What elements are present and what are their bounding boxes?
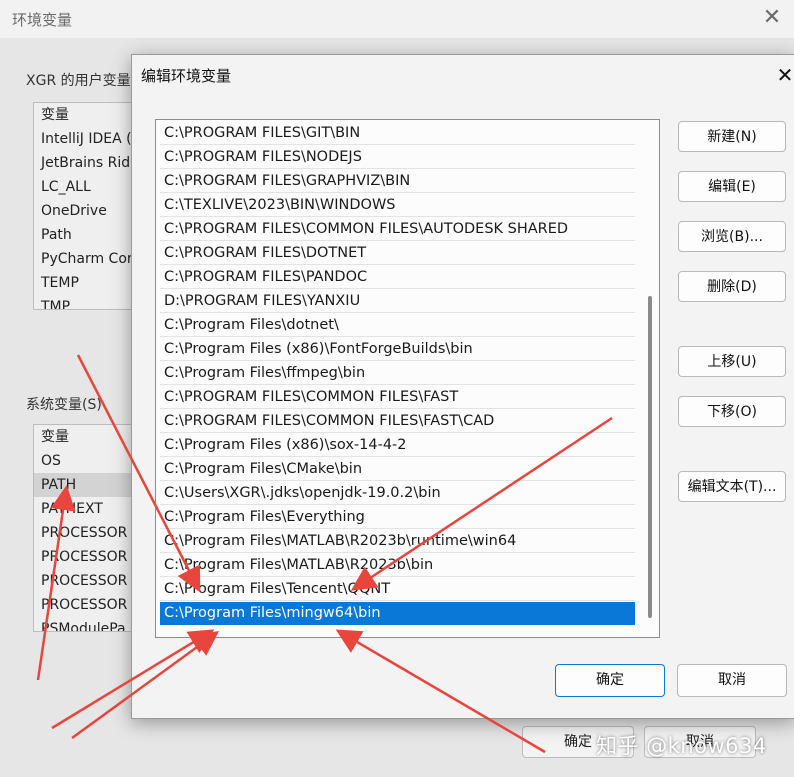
close-icon[interactable]: ✕ [773, 63, 794, 87]
dialog-title: 编辑环境变量 [141, 67, 232, 85]
path-item[interactable]: C:\Program Files\Everything [160, 506, 635, 529]
path-item[interactable]: C:\Program Files\Tencent\QQNT [160, 578, 635, 601]
path-item[interactable]: C:\PROGRAM FILES\COMMON FILES\FAST\CAD [160, 410, 635, 433]
move-down-button[interactable]: 下移(O) [678, 396, 786, 427]
path-item[interactable]: D:\PROGRAM FILES\YANXIU [160, 290, 635, 313]
list-item-selected[interactable]: PATH [34, 473, 144, 497]
list-item[interactable]: PROCESSOR [34, 569, 144, 593]
path-item[interactable]: C:\Users\XGR\.jdks\openjdk-19.0.2\bin [160, 482, 635, 505]
list-item[interactable]: TMP [34, 295, 144, 309]
system-vars-label: 系统变量(S) [26, 397, 102, 413]
edit-env-var-dialog: 编辑环境变量 ✕ C:\PROGRAM FILES\GIT\BIN C:\PROG… [131, 54, 794, 719]
new-button[interactable]: 新建(N) [678, 121, 786, 152]
path-item[interactable]: C:\Program Files\ffmpeg\bin [160, 362, 635, 385]
list-item[interactable]: Path [34, 223, 144, 247]
ok-button[interactable]: 确定 [555, 664, 665, 697]
bg-window-title: 环境变量 [12, 11, 73, 29]
path-list[interactable]: C:\PROGRAM FILES\GIT\BIN C:\PROGRAM FILES… [155, 119, 660, 638]
path-item[interactable]: C:\PROGRAM FILES\NODEJS [160, 146, 635, 169]
watermark: 知乎 @know634 [596, 734, 767, 758]
user-vars-header: 变量 [41, 107, 69, 123]
list-item[interactable]: PROCESSOR [34, 593, 144, 617]
list-item[interactable]: PATHEXT [34, 497, 144, 521]
path-item[interactable]: C:\PROGRAM FILES\COMMON FILES\FAST [160, 386, 635, 409]
list-item[interactable]: PROCESSOR [34, 521, 144, 545]
path-item[interactable]: C:\Program Files\CMake\bin [160, 458, 635, 481]
path-item[interactable]: C:\PROGRAM FILES\DOTNET [160, 242, 635, 265]
path-item[interactable]: C:\Program Files (x86)\sox-14-4-2 [160, 434, 635, 457]
user-vars-list[interactable]: 变量 IntelliJ IDEA ( JetBrains Rid LC_ALL … [33, 102, 145, 310]
system-vars-list[interactable]: 变量 OS PATH PATHEXT PROCESSOR PROCESSOR P… [33, 424, 145, 632]
path-item[interactable]: C:\PROGRAM FILES\GRAPHVIZ\BIN [160, 170, 635, 193]
path-item[interactable]: C:\PROGRAM FILES\COMMON FILES\AUTODESK S… [160, 218, 635, 241]
path-item-selected[interactable]: C:\Program Files\mingw64\bin [160, 602, 635, 625]
system-vars-header: 变量 [41, 429, 69, 445]
path-item[interactable]: C:\PROGRAM FILES\GIT\BIN [160, 122, 635, 145]
list-item[interactable]: OneDrive [34, 199, 144, 223]
list-item[interactable]: OS [34, 449, 144, 473]
bg-titlebar: 环境变量 ✕ [0, 0, 794, 38]
path-item[interactable]: C:\Program Files\MATLAB\R2023b\bin [160, 554, 635, 577]
list-item[interactable]: PROCESSOR [34, 545, 144, 569]
list-item[interactable]: TEMP [34, 271, 144, 295]
edit-button[interactable]: 编辑(E) [678, 171, 786, 202]
path-item[interactable]: C:\PROGRAM FILES\PANDOC [160, 266, 635, 289]
browse-button[interactable]: 浏览(B)... [678, 221, 786, 252]
bg-close-icon[interactable]: ✕ [758, 4, 786, 32]
path-item[interactable]: C:\Program Files\dotnet\ [160, 314, 635, 337]
path-item[interactable]: C:\TEXLIVE\2023\BIN\WINDOWS [160, 194, 635, 217]
scrollbar-thumb[interactable] [648, 296, 652, 618]
list-item[interactable]: IntelliJ IDEA ( [34, 127, 144, 151]
path-item[interactable]: C:\Program Files\MATLAB\R2023b\runtime\w… [160, 530, 635, 553]
edit-text-button[interactable]: 编辑文本(T)... [678, 471, 786, 502]
cancel-button[interactable]: 取消 [677, 664, 787, 697]
delete-button[interactable]: 删除(D) [678, 271, 786, 302]
list-item[interactable]: JetBrains Rid [34, 151, 144, 175]
list-item[interactable]: LC_ALL [34, 175, 144, 199]
list-item[interactable]: PSModulePa [34, 617, 144, 631]
move-up-button[interactable]: 上移(U) [678, 346, 786, 377]
list-item[interactable]: PyCharm Cor [34, 247, 144, 271]
user-vars-label: XGR 的用户变量 [26, 73, 131, 89]
path-item[interactable]: C:\Program Files (x86)\FontForgeBuilds\b… [160, 338, 635, 361]
